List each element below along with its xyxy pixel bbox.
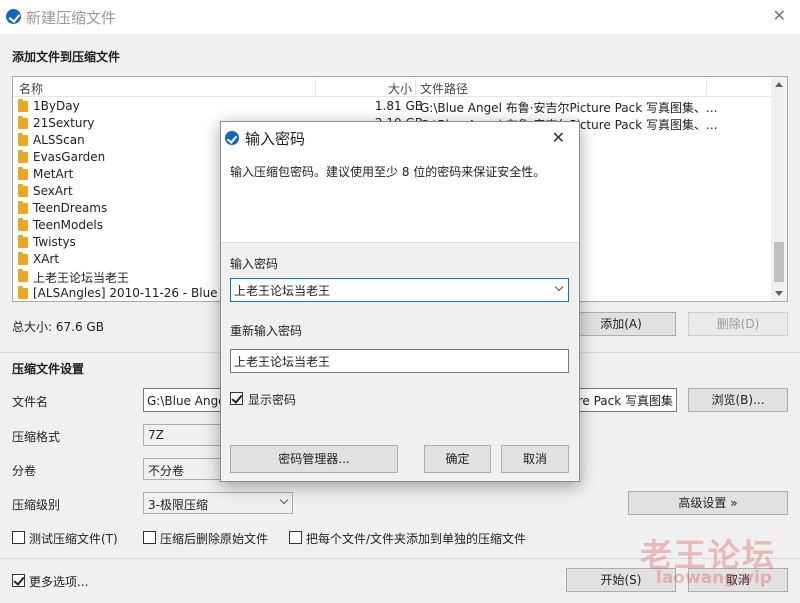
file-list-row[interactable]: 1ByDay 1.81 GB G:\Blue Angel 布鲁·安吉尔Picture… [13,98,773,115]
browse-button[interactable]: 浏览(B)... [688,388,788,412]
window-title: 新建压缩文件 [26,9,117,27]
split-label: 分卷 [12,464,37,478]
row-name: ALSScan [33,133,85,147]
dialog-logo-icon [225,131,239,145]
folder-icon [18,150,28,163]
password-dialog: 输入密码 ✕ 输入压缩包密码。建议使用至少 8 位的密码来保证安全性。 输入密码… [220,121,580,482]
folder-icon [18,286,28,299]
scroll-down-icon[interactable] [775,291,783,296]
delete-after-label: 压缩后删除原始文件 [160,532,269,546]
row-name: TeenDreams [33,201,108,215]
dialog-description: 输入压缩包密码。建议使用至少 8 位的密码来保证安全性。 [230,165,546,179]
dialog-body: 输入密码 上老王论坛当老王 重新输入密码 上老王论坛当老王 显示密码 密码管理器… [221,242,579,481]
more-options-label: 更多选项... [29,575,89,589]
folder-icon [18,235,28,248]
reenter-label: 重新输入密码 [230,324,303,338]
dialog-ok-button[interactable]: 确定 [424,445,491,473]
row-name: TeenModels [33,218,103,232]
delete-after-checkbox[interactable] [143,531,156,544]
chevron-down-icon [279,495,289,505]
folder-icon [18,252,28,265]
scroll-up-icon[interactable] [775,82,783,87]
row-name: 21Sextury [33,116,95,130]
row-name: EvasGarden [33,150,106,164]
row-path: G:\Blue Angel 布鲁·安吉尔Picture Pack 写真图集、..… [420,101,718,115]
row-name: XArt [33,252,60,266]
row-size: 1.81 GB [374,99,423,113]
row-name: MetArt [33,167,74,181]
folder-icon [18,201,28,214]
row-name: SexArt [33,184,73,198]
filename-label: 文件名 [12,395,49,409]
row-name: 1ByDay [33,99,80,113]
folder-icon [18,269,28,282]
folder-icon [18,133,28,146]
test-archive-label: 测试压缩文件(T) [29,532,118,546]
file-list-scrollbar[interactable] [771,77,787,301]
password-label: 输入密码 [230,257,279,271]
total-size: 总大小: 67.6 GB [12,320,104,334]
dialog-cancel-button[interactable]: 取消 [501,445,569,473]
folder-icon [18,184,28,197]
column-size[interactable]: 大小 [388,80,412,97]
format-label: 压缩格式 [12,430,61,444]
row-name: 上老王论坛当老王 [33,271,130,285]
settings-title: 压缩文件设置 [12,362,85,376]
column-name[interactable]: 名称 [19,80,43,97]
separate-archives-label: 把每个文件/文件夹添加到单独的压缩文件 [306,532,527,546]
more-options-checkbox[interactable] [12,574,25,587]
reenter-password-input[interactable]: 上老王论坛当老王 [230,349,569,373]
column-path[interactable]: 文件路径 [420,80,468,97]
test-archive-checkbox[interactable] [12,531,25,544]
folder-icon [18,116,28,129]
password-dropdown-chevron-icon[interactable] [554,282,564,292]
password-input[interactable]: 上老王论坛当老王 [230,278,569,302]
window-titlebar: 新建压缩文件 ✕ [0,0,800,34]
password-manager-button[interactable]: 密码管理器... [230,445,398,473]
row-name: Twistys [33,235,76,249]
show-password-checkbox[interactable] [230,392,243,405]
file-list-header: 名称 大小 文件路径 [13,77,773,97]
level-label: 压缩级别 [12,498,61,512]
remove-button[interactable]: 删除(D) [688,312,788,336]
folder-icon [18,218,28,231]
app-logo-icon [6,9,21,24]
dialog-title: 输入密码 [245,130,306,148]
add-files-title: 添加文件到压缩文件 [12,50,121,64]
separate-archives-checkbox[interactable] [289,531,302,544]
show-password-label: 显示密码 [248,393,297,407]
folder-icon [18,167,28,180]
folder-icon [18,99,28,112]
dialog-close-icon[interactable]: ✕ [552,128,565,147]
scrollbar-thumb[interactable] [774,242,784,282]
add-button[interactable]: 添加(A) [566,312,676,336]
watermark: 老王论坛 laowang.vip [640,536,777,588]
level-select[interactable]: 3-极限压缩 [143,492,293,514]
window-close-icon[interactable]: ✕ [773,6,786,25]
advanced-settings-button[interactable]: 高级设置 » [628,491,788,515]
